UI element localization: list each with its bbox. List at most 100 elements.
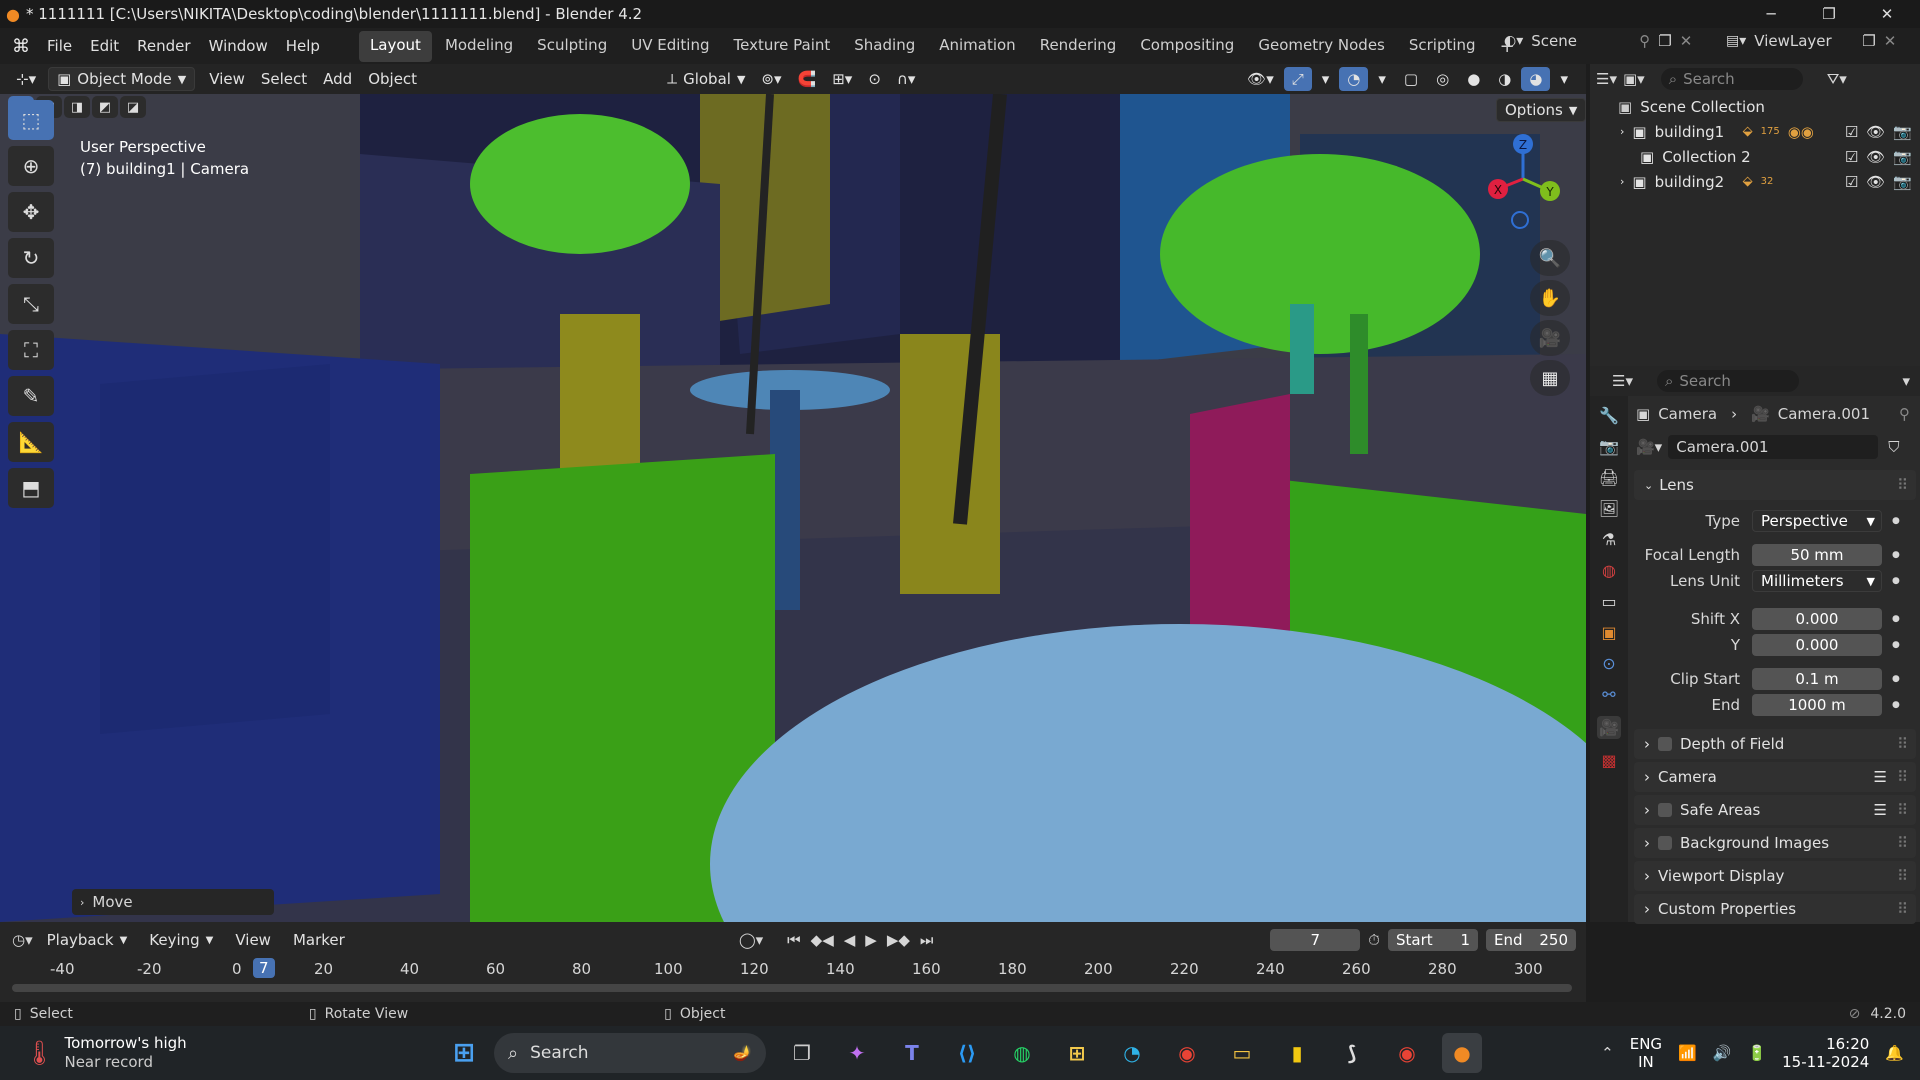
- lens-type-dropdown[interactable]: Perspective ▼: [1752, 510, 1882, 532]
- wireframe-shading-icon[interactable]: ◎: [1428, 67, 1457, 91]
- safe-areas-panel[interactable]: › Safe Areas ☰ ⠿: [1634, 795, 1916, 825]
- snap-target-icon[interactable]: ⊞▾: [824, 67, 860, 91]
- presets-list-icon[interactable]: ☰: [1874, 768, 1887, 786]
- checkbox-icon[interactable]: [1658, 836, 1672, 850]
- focal-length-field[interactable]: 50 mm: [1752, 544, 1882, 566]
- falloff-icon[interactable]: ∩▾: [889, 67, 924, 91]
- display-mode-icon[interactable]: ▣▾: [1623, 70, 1645, 88]
- mode-dropdown[interactable]: ▣ Object Mode ▼: [48, 67, 196, 91]
- camera-view-icon[interactable]: 🎥: [1530, 320, 1570, 356]
- drag-handle-icon[interactable]: ⠿: [1897, 735, 1908, 753]
- new-viewlayer-icon[interactable]: ❐: [1862, 32, 1875, 50]
- menu-add[interactable]: Add: [315, 67, 360, 91]
- close-button[interactable]: ✕: [1858, 0, 1916, 28]
- datablock-name-field[interactable]: Camera.001: [1668, 435, 1879, 459]
- measure-tool-icon[interactable]: 📐: [8, 422, 54, 462]
- drag-handle-icon[interactable]: ⠿: [1897, 834, 1908, 852]
- overlay-toggle-icon[interactable]: ◔: [1339, 67, 1369, 91]
- eye-icon[interactable]: 👁: [1866, 148, 1885, 166]
- windows-start-icon[interactable]: ⊞: [444, 1033, 484, 1073]
- eye-icon[interactable]: 👁: [1866, 123, 1885, 141]
- transform-tool-icon[interactable]: ⛶: [8, 330, 54, 370]
- powerbi-icon[interactable]: ▮: [1277, 1033, 1317, 1073]
- tab-shading[interactable]: Shading: [843, 31, 926, 62]
- shading-dropdown-icon[interactable]: ▾: [1552, 67, 1576, 91]
- delete-scene-icon[interactable]: ✕: [1680, 32, 1693, 50]
- taskbar-search-box[interactable]: ⌕ Search 🪔: [494, 1033, 766, 1073]
- viewport-display-panel[interactable]: › Viewport Display ⠿: [1634, 861, 1916, 891]
- outliner-row-building1[interactable]: › ▣ building1 ⬙ 175 ◉◉ ☑ 👁 📷: [1590, 119, 1920, 144]
- select-subtract-icon[interactable]: ◨: [64, 96, 90, 118]
- viewlayer-selector[interactable]: ▤▾ ViewLayer ❐ ✕: [1726, 32, 1896, 50]
- chrome-icon[interactable]: ◉: [1167, 1033, 1207, 1073]
- constraints-tab-icon[interactable]: ⚯: [1602, 685, 1615, 704]
- fake-user-shield-icon[interactable]: ⛉: [1888, 438, 1899, 456]
- select-intersect-icon[interactable]: ◪: [120, 96, 146, 118]
- camera-data-tab-icon[interactable]: 🎥: [1597, 716, 1621, 739]
- scene-collection-row[interactable]: ▣ Scene Collection: [1590, 94, 1920, 119]
- keyframe-dot-icon[interactable]: ●: [1892, 516, 1900, 526]
- clip-end-field[interactable]: 1000 m: [1752, 694, 1882, 716]
- drag-handle-icon[interactable]: ⠿: [1897, 801, 1908, 819]
- menu-render[interactable]: Render: [128, 37, 199, 55]
- record-icon[interactable]: ◯▾: [739, 931, 763, 949]
- store-icon[interactable]: ⊞: [1057, 1033, 1097, 1073]
- options-dropdown[interactable]: Options ▼: [1496, 98, 1586, 122]
- view-layer-tab-icon[interactable]: 🖼: [1599, 499, 1619, 518]
- menu-object[interactable]: Object: [360, 67, 425, 91]
- drag-handle-icon[interactable]: ⠿: [1897, 900, 1908, 918]
- start-frame-field[interactable]: Start 1: [1388, 929, 1478, 951]
- tab-geometry-nodes[interactable]: Geometry Nodes: [1247, 31, 1396, 62]
- overlay-dropdown-icon[interactable]: ▾: [1370, 67, 1394, 91]
- menu-edit[interactable]: Edit: [81, 37, 128, 55]
- edge-icon[interactable]: ◔: [1112, 1033, 1152, 1073]
- shift-y-field[interactable]: 0.000: [1752, 634, 1882, 656]
- filter-icon[interactable]: ⛛▾: [1827, 70, 1847, 88]
- menu-window[interactable]: Window: [200, 37, 277, 55]
- cursor-tool-icon[interactable]: ⊕: [8, 146, 54, 186]
- pivot-point-icon[interactable]: ⊚▾: [753, 67, 789, 91]
- keyframe-dot-icon[interactable]: ●: [1892, 576, 1900, 586]
- chrome-profile-icon[interactable]: ◉: [1387, 1033, 1427, 1073]
- solid-shading-icon[interactable]: ●: [1459, 67, 1488, 91]
- jump-end-icon[interactable]: ⏭: [920, 931, 934, 949]
- teams-icon[interactable]: T: [892, 1033, 932, 1073]
- tab-modeling[interactable]: Modeling: [434, 31, 524, 62]
- shift-x-field[interactable]: 0.000: [1752, 608, 1882, 630]
- rendered-shading-icon[interactable]: ◕: [1521, 67, 1551, 91]
- weather-widget[interactable]: 🌡 Tomorrow's high Near record: [24, 1034, 444, 1072]
- transform-orientation-dropdown[interactable]: ⟂ Global ▼: [659, 67, 753, 91]
- presets-list-icon[interactable]: ☰: [1874, 801, 1887, 819]
- battery-icon[interactable]: 🔋: [1747, 1044, 1766, 1062]
- camera-data-icon[interactable]: 🎥▾: [1636, 438, 1662, 456]
- tab-sculpting[interactable]: Sculpting: [526, 31, 618, 62]
- vscode-icon[interactable]: ⟨⟩: [947, 1033, 987, 1073]
- next-keyframe-icon[interactable]: ▶◆: [887, 931, 910, 949]
- world-tab-icon[interactable]: ◍: [1602, 561, 1616, 580]
- collection-tab-icon[interactable]: ▭: [1601, 592, 1616, 611]
- outliner-row-building2[interactable]: › ▣ building2 ⬙ 32 ☑ 👁 📷: [1590, 169, 1920, 194]
- chevron-right-icon[interactable]: ›: [1620, 125, 1624, 138]
- snap-icon[interactable]: 🧲: [790, 67, 825, 91]
- last-operator-panel[interactable]: › Move: [72, 889, 274, 915]
- play-icon[interactable]: ▶: [865, 931, 877, 949]
- current-frame-field[interactable]: 7: [1270, 929, 1361, 951]
- annotate-tool-icon[interactable]: ✎: [8, 376, 54, 416]
- file-explorer-icon[interactable]: ▭: [1222, 1033, 1262, 1073]
- keyframe-dot-icon[interactable]: ●: [1892, 700, 1900, 710]
- depth-of-field-panel[interactable]: › Depth of Field ⠿: [1634, 729, 1916, 759]
- language-indicator[interactable]: ENG IN: [1630, 1035, 1662, 1071]
- menu-select[interactable]: Select: [253, 67, 315, 91]
- properties-editor-icon[interactable]: ☰▾: [1612, 372, 1633, 390]
- pan-hand-icon[interactable]: ✋: [1530, 280, 1570, 316]
- keyframe-dot-icon[interactable]: ●: [1892, 614, 1900, 624]
- frame-ruler[interactable]: -40 -20 0 7 20 40 60 80 100 120 140 160 …: [0, 958, 1586, 982]
- tab-rendering[interactable]: Rendering: [1029, 31, 1128, 62]
- app-launcher-icon[interactable]: ⟆: [1332, 1033, 1372, 1073]
- checkbox-icon[interactable]: [1658, 737, 1672, 751]
- clock[interactable]: 16:20 15-11-2024: [1782, 1035, 1869, 1071]
- maximize-button[interactable]: ❐: [1800, 0, 1858, 28]
- 3d-viewport[interactable]: User Perspective (7) building1 | Camera …: [0, 94, 1586, 922]
- render-camera-icon[interactable]: 📷: [1893, 173, 1912, 191]
- chevron-down-icon[interactable]: ▾: [1902, 372, 1910, 390]
